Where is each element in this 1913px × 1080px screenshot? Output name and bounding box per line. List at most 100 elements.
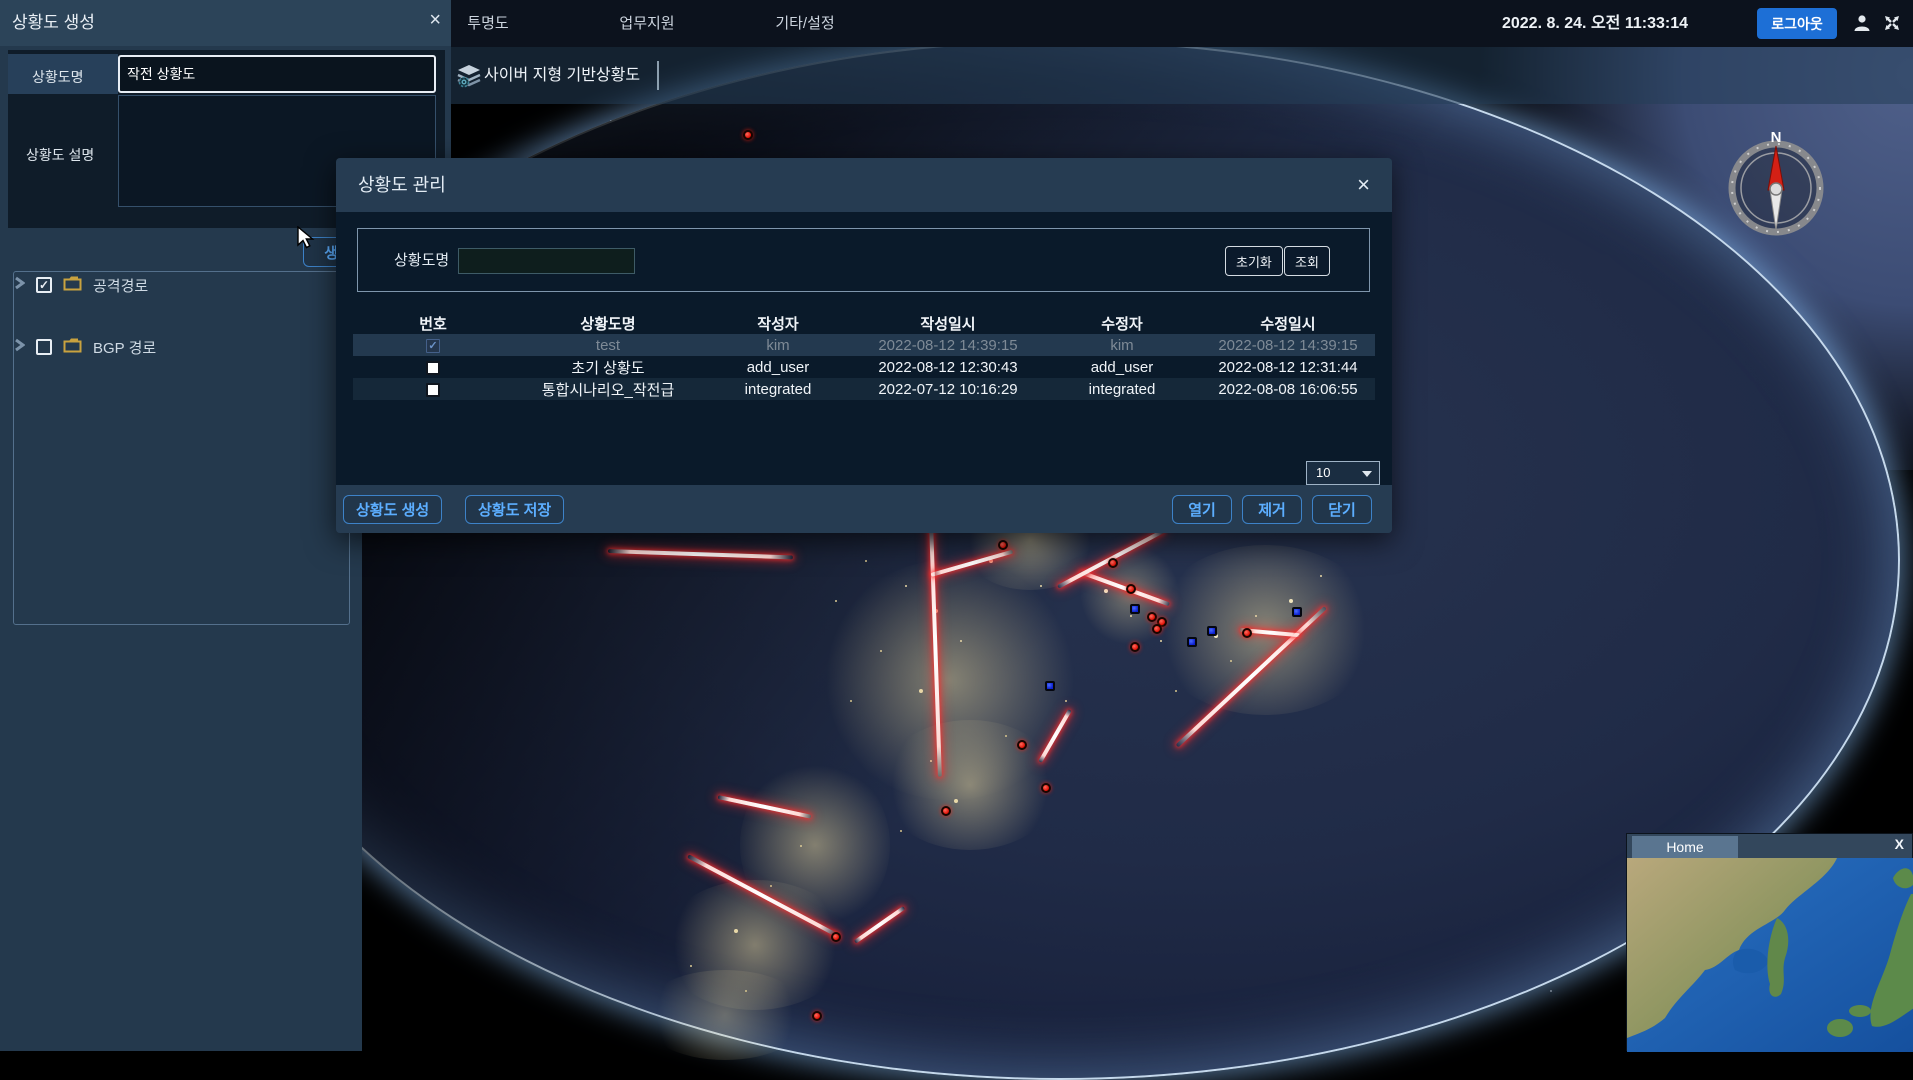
- table-cell: 2022-08-12 12:30:43: [853, 359, 1043, 376]
- search-label: 상황도명: [394, 229, 449, 293]
- asset-node-marker[interactable]: [1045, 681, 1055, 691]
- tab-divider: [657, 61, 659, 90]
- asset-node-marker[interactable]: [1292, 607, 1302, 617]
- threat-node-marker[interactable]: [1130, 642, 1140, 652]
- reset-button[interactable]: 초기화: [1225, 246, 1283, 276]
- asset-node-marker[interactable]: [1187, 637, 1197, 647]
- threat-node-marker[interactable]: [1041, 783, 1051, 793]
- situation-table: 번호상황도명작성자작성일시수정자수정일시✓testkim2022-08-12 1…: [353, 312, 1375, 400]
- home-minimap-image[interactable]: [1627, 858, 1913, 1052]
- tree-checkbox[interactable]: [36, 339, 52, 355]
- table-cell: 2022-08-12 12:31:44: [1201, 359, 1375, 376]
- city-lights-glow: [640, 970, 810, 1060]
- threat-node-marker[interactable]: [1242, 628, 1252, 638]
- tree-checkbox[interactable]: ✓: [36, 277, 52, 293]
- create-situation-button[interactable]: 상황도 생성: [343, 495, 442, 524]
- home-minimap-close-icon[interactable]: X: [1895, 836, 1904, 852]
- tree-item-1[interactable]: ✓ 공격경로: [14, 272, 148, 298]
- modal-body: 상황도명 초기화 조회 번호상황도명작성자작성일시수정자수정일시✓testkim…: [336, 212, 1392, 485]
- page-size-value: 10: [1316, 465, 1330, 480]
- save-situation-button[interactable]: 상황도 저장: [465, 495, 564, 524]
- city-lights-glow: [880, 720, 1060, 850]
- open-button[interactable]: 열기: [1172, 495, 1232, 524]
- row-checkbox[interactable]: [426, 361, 440, 375]
- modal-title: 상황도 관리: [358, 158, 446, 212]
- home-minimap-tab[interactable]: Home: [1632, 836, 1738, 858]
- table-cell: integrated: [703, 381, 853, 398]
- search-input[interactable]: [458, 248, 635, 274]
- table-header-row: 번호상황도명작성자작성일시수정자수정일시: [353, 312, 1375, 334]
- asset-node-marker[interactable]: [1207, 626, 1217, 636]
- modal-close-icon[interactable]: ×: [1357, 172, 1370, 198]
- tree-item-2[interactable]: BGP 경로: [14, 334, 156, 360]
- home-minimap-titlebar: Home X: [1627, 834, 1912, 858]
- threat-node-marker[interactable]: [1108, 558, 1118, 568]
- row-checkbox[interactable]: [426, 383, 440, 397]
- threat-node-marker[interactable]: [1017, 740, 1027, 750]
- modal-footer: 상황도 생성 상황도 저장 닫기 제거 열기: [336, 485, 1392, 533]
- threat-node-marker[interactable]: [831, 932, 841, 942]
- compass-north-label: N: [1771, 129, 1782, 146]
- table-cell: add_user: [703, 359, 853, 376]
- table-cell: 2022-08-12 14:39:15: [1201, 337, 1375, 354]
- chevron-right-icon[interactable]: [14, 338, 25, 356]
- mouse-cursor: [297, 226, 317, 255]
- user-icon[interactable]: [1852, 13, 1874, 35]
- asset-node-marker[interactable]: [1130, 604, 1140, 614]
- create-dialog-close-icon[interactable]: ×: [429, 9, 441, 32]
- search-box: 상황도명 초기화 조회: [357, 228, 1370, 292]
- table-row[interactable]: 초기 상황도add_user2022-08-12 12:30:43add_use…: [353, 356, 1375, 378]
- tree-item-label: 공격경로: [93, 275, 148, 296]
- table-header-cell: 작성자: [703, 313, 853, 334]
- chevron-down-icon: [1362, 471, 1372, 477]
- table-cell-checkbox: [353, 359, 513, 376]
- threat-node-marker[interactable]: [1147, 612, 1157, 622]
- fullscreen-icon[interactable]: [1882, 13, 1904, 35]
- nav-menu-2[interactable]: 업무지원: [619, 0, 674, 47]
- table-cell-checkbox: ✓: [353, 337, 513, 354]
- table-row[interactable]: 통합시나리오_작전급integrated2022-07-12 10:16:29i…: [353, 378, 1375, 400]
- threat-node-marker[interactable]: [998, 540, 1008, 550]
- chevron-right-icon[interactable]: [14, 276, 25, 294]
- table-cell: 통합시나리오_작전급: [513, 379, 703, 400]
- home-minimap-panel: Home X: [1626, 833, 1913, 1051]
- page-size-select[interactable]: 10: [1306, 461, 1380, 485]
- logout-button[interactable]: 로그아웃: [1757, 8, 1837, 39]
- table-header-cell: 수정자: [1043, 313, 1201, 334]
- table-row[interactable]: ✓testkim2022-08-12 14:39:15kim2022-08-12…: [353, 334, 1375, 356]
- threat-node-marker[interactable]: [812, 1011, 822, 1021]
- situation-desc-label: 상황도 설명: [26, 145, 94, 165]
- remove-button[interactable]: 제거: [1242, 495, 1302, 524]
- table-cell-checkbox: [353, 381, 513, 398]
- create-dialog-title: 상황도 생성: [12, 0, 95, 46]
- folder-icon: [63, 338, 82, 357]
- close-button[interactable]: 닫기: [1312, 495, 1372, 524]
- threat-node-marker[interactable]: [1152, 624, 1162, 634]
- table-header-cell: 수정일시: [1201, 313, 1375, 334]
- table-header-cell: 상황도명: [513, 313, 703, 334]
- threat-node-marker[interactable]: [1126, 584, 1136, 594]
- table-cell: 초기 상황도: [513, 357, 703, 378]
- situation-name-input[interactable]: [118, 55, 436, 93]
- nav-menu-3[interactable]: 기타/설정: [775, 0, 834, 47]
- folder-icon: [63, 276, 82, 295]
- table-cell: 2022-08-12 14:39:15: [853, 337, 1043, 354]
- table-cell: 2022-07-12 10:16:29: [853, 381, 1043, 398]
- query-button[interactable]: 조회: [1284, 246, 1330, 276]
- threat-node-marker[interactable]: [743, 130, 753, 140]
- compass-widget[interactable]: N: [1718, 126, 1834, 242]
- tab-cyber-terrain-situation[interactable]: 사이버 지형 기반상황도: [484, 47, 640, 104]
- nav-datetime: 2022. 8. 24. 오전 11:33:14: [1502, 0, 1688, 47]
- create-dialog-header: 상황도 생성 ×: [0, 0, 451, 46]
- situation-manage-modal: 상황도 관리 × 상황도명 초기화 조회 번호상황도명작성자작성일시수정자수정일…: [336, 158, 1392, 533]
- table-header-cell: 번호: [353, 313, 513, 334]
- row-checkbox[interactable]: ✓: [426, 339, 440, 353]
- table-cell: test: [513, 337, 703, 354]
- nav-menu-1[interactable]: 투명도: [467, 0, 508, 47]
- threat-node-marker[interactable]: [941, 806, 951, 816]
- table-cell: integrated: [1043, 381, 1201, 398]
- table-header-cell: 작성일시: [853, 313, 1043, 334]
- layers-gear-icon: [456, 63, 482, 94]
- table-cell: 2022-08-08 16:06:55: [1201, 381, 1375, 398]
- tree-item-label: BGP 경로: [93, 337, 156, 358]
